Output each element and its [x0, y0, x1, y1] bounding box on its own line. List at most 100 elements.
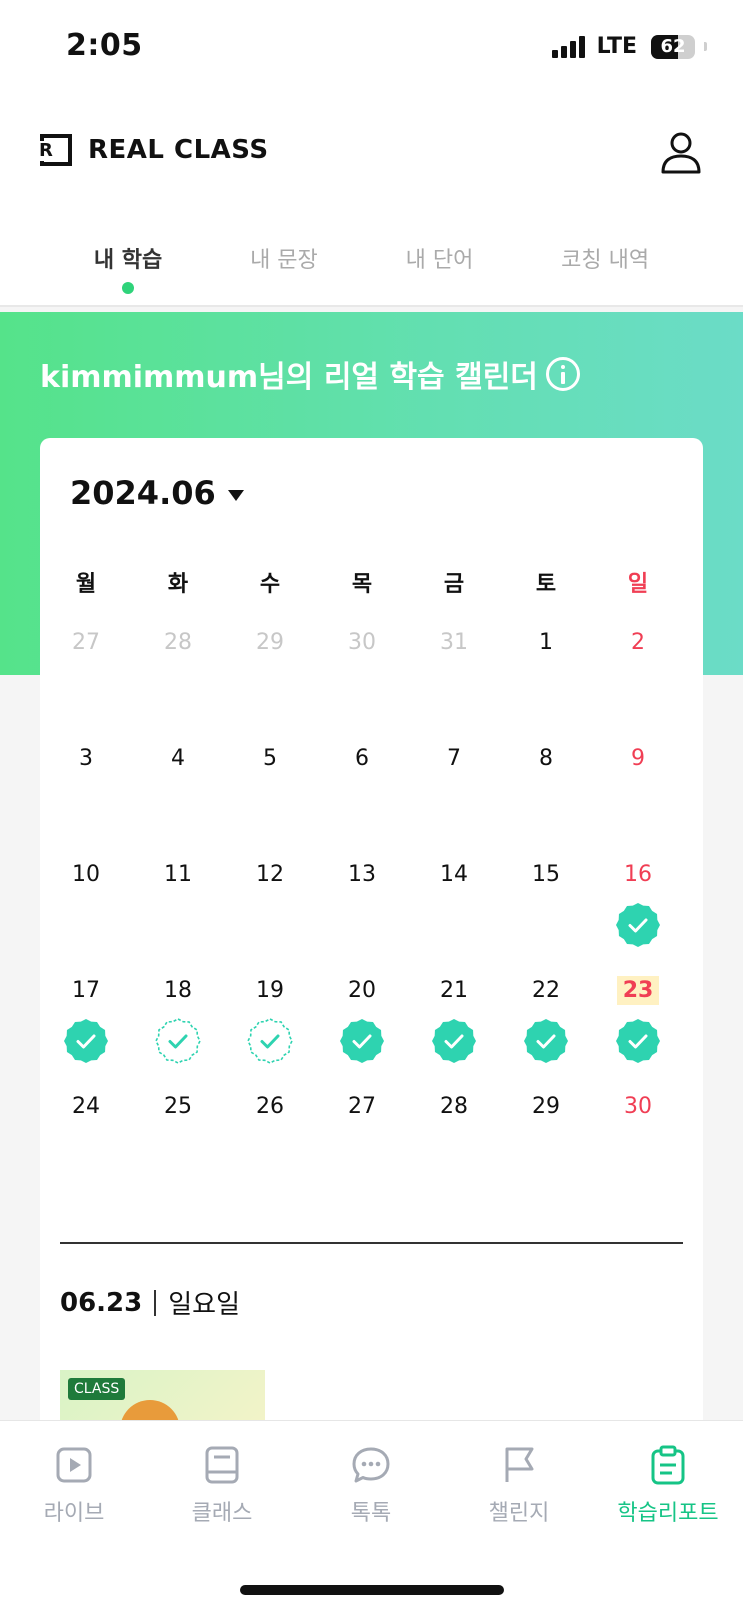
weekday-label: 토	[535, 572, 557, 597]
day-number: 30	[624, 1094, 652, 1119]
calendar-day[interactable]: 15	[516, 860, 576, 889]
day-number: 15	[532, 862, 560, 887]
day-number: 29	[532, 1094, 560, 1119]
flag-icon	[505, 1447, 534, 1482]
calendar-day[interactable]: 20	[332, 976, 392, 1063]
month-selector[interactable]: 2024.06	[70, 474, 244, 512]
nav-item-2[interactable]: 클래스	[157, 1445, 287, 1527]
calendar-day[interactable]: 1	[516, 628, 576, 657]
day-number: 23	[616, 976, 660, 1005]
calendar-day[interactable]: 10	[56, 860, 116, 889]
clipboard-icon	[651, 1445, 685, 1485]
calendar-day[interactable]: 9	[608, 744, 668, 773]
status-indicators: LTE 62	[551, 34, 707, 59]
calendar-day[interactable]: 18	[148, 976, 208, 1064]
battery-cap	[704, 42, 707, 51]
day-number: 7	[447, 746, 461, 771]
calendar-day[interactable]: 8	[516, 744, 576, 773]
battery-icon: 62	[651, 34, 695, 59]
day-number: 27	[348, 1094, 376, 1119]
tab-1[interactable]: 내 학습	[94, 236, 162, 306]
day-number: 31	[440, 630, 468, 655]
day-number: 8	[539, 746, 553, 771]
logo-text: REAL CLASS	[88, 135, 269, 165]
calendar-day: 27	[56, 628, 116, 657]
day-number: 22	[532, 978, 560, 1003]
calendar-heading: kimmimmum님의 리얼 학습 캘린더	[40, 352, 580, 396]
tab-4[interactable]: 코칭 내역	[561, 236, 649, 306]
profile-button[interactable]	[659, 130, 703, 174]
active-tab-dot	[122, 282, 135, 294]
chat-icon	[352, 1447, 390, 1483]
calendar-day-today[interactable]: 23	[608, 976, 668, 1063]
calendar-day[interactable]: 21	[424, 976, 484, 1063]
calendar-day[interactable]: 13	[332, 860, 392, 889]
day-number: 17	[72, 978, 100, 1003]
check-badge-icon	[616, 1019, 660, 1063]
calendar-day[interactable]: 24	[56, 1092, 116, 1121]
day-number: 3	[79, 746, 93, 771]
calendar-day[interactable]: 11	[148, 860, 208, 889]
calendar-day[interactable]: 3	[56, 744, 116, 773]
day-number: 24	[72, 1094, 100, 1119]
nav-item-3[interactable]: 톡톡	[306, 1445, 436, 1527]
calendar-day[interactable]: 17	[56, 976, 116, 1063]
calendar-day[interactable]: 14	[424, 860, 484, 889]
nav-label: 학습리포트	[617, 1501, 719, 1526]
day-number: 4	[171, 746, 185, 771]
check-badge-icon	[524, 1019, 568, 1063]
weekday-label: 화	[167, 572, 189, 597]
book-icon	[205, 1446, 239, 1484]
tab-2[interactable]: 내 문장	[250, 236, 318, 306]
day-number: 30	[348, 630, 376, 655]
calendar-day[interactable]: 6	[332, 744, 392, 773]
day-number: 12	[256, 862, 284, 887]
header-divider	[0, 305, 743, 307]
status-bar: 2:05 LTE 62	[0, 0, 743, 96]
tab-bar: 내 학습 내 문장 내 단어 코칭 내역	[0, 236, 743, 306]
calendar-day[interactable]: 26	[240, 1092, 300, 1121]
calendar-day[interactable]: 30	[608, 1092, 668, 1121]
nav-item-4[interactable]: 챌린지	[454, 1445, 584, 1527]
nav-label: 톡톡	[350, 1501, 392, 1526]
weekday-label: 목	[351, 572, 373, 597]
calendar-day[interactable]: 16	[608, 860, 668, 947]
logo[interactable]: REAL CLASS	[38, 134, 269, 166]
calendar-day: 28	[148, 628, 208, 657]
nav-item-1[interactable]: 라이브	[9, 1445, 139, 1527]
day-number: 26	[256, 1094, 284, 1119]
calendar-day[interactable]: 29	[516, 1092, 576, 1121]
check-badge-outline-icon	[155, 1018, 201, 1064]
tab-3[interactable]: 내 단어	[406, 236, 474, 306]
calendar-day[interactable]: 5	[240, 744, 300, 773]
nav-item-5[interactable]: 학습리포트	[603, 1445, 733, 1527]
calendar-day[interactable]: 28	[424, 1092, 484, 1121]
battery-percent: 62	[660, 35, 686, 57]
calendar-day[interactable]: 12	[240, 860, 300, 889]
user-icon	[661, 132, 701, 174]
home-indicator	[240, 1585, 504, 1595]
selected-date-value: 06.23	[60, 1287, 143, 1318]
day-number: 6	[355, 746, 369, 771]
day-number: 2	[631, 630, 645, 655]
day-number: 9	[631, 746, 645, 771]
calendar-day[interactable]: 19	[240, 976, 300, 1064]
weekday-header: 월화수목금토일	[40, 566, 703, 606]
calendar-day[interactable]: 2	[608, 628, 668, 657]
day-number: 5	[263, 746, 277, 771]
calendar-day[interactable]: 27	[332, 1092, 392, 1121]
weekday-label: 일	[627, 572, 649, 597]
info-icon[interactable]	[545, 357, 580, 391]
calendar-day[interactable]: 22	[516, 976, 576, 1063]
check-badge-icon	[64, 1019, 108, 1063]
date-separator	[154, 1289, 157, 1316]
status-time: 2:05	[66, 28, 143, 63]
calendar-day[interactable]: 7	[424, 744, 484, 773]
tab-label: 내 문장	[250, 248, 318, 273]
bottom-nav: 라이브 클래스 톡톡 챌린지 학습리포트	[0, 1420, 743, 1608]
check-badge-icon	[340, 1019, 384, 1063]
weekday-label: 월	[75, 572, 97, 597]
day-number: 29	[256, 630, 284, 655]
calendar-day[interactable]: 25	[148, 1092, 208, 1121]
calendar-day[interactable]: 4	[148, 744, 208, 773]
